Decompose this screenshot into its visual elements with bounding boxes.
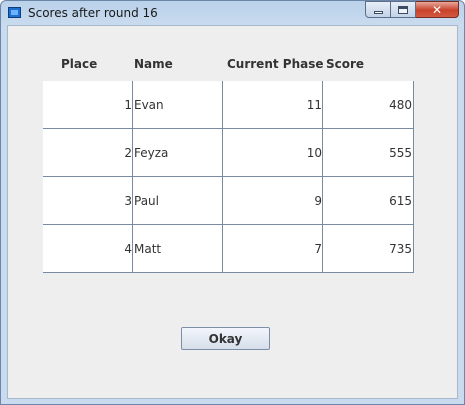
grid-divider [413, 81, 414, 273]
header-place: Place [61, 57, 98, 71]
score-cell[interactable]: 555 [323, 129, 413, 177]
table-row[interactable]: 2 Feyza 10 555 [43, 129, 414, 177]
phase-cell[interactable]: 11 [223, 81, 323, 129]
grid-divider [43, 176, 414, 177]
grid-divider [132, 81, 133, 273]
place-cell[interactable]: 4 [43, 225, 133, 273]
place-cell[interactable]: 2 [43, 129, 133, 177]
table-row[interactable]: 1 Evan 11 480 [43, 81, 414, 129]
name-cell[interactable]: Evan [133, 81, 223, 129]
minimize-icon [373, 11, 383, 14]
name-cell[interactable]: Feyza [133, 129, 223, 177]
header-score: Score [326, 57, 365, 71]
app-icon [8, 7, 21, 18]
name-cell[interactable]: Paul [133, 177, 223, 225]
scores-dialog-window: Scores after round 16 ✕ Place Name Curre… [0, 0, 465, 405]
grid-divider [43, 272, 414, 273]
dialog-content: Place Name Current Phase Score 1 Evan 11… [7, 25, 458, 399]
grid-divider [43, 128, 414, 129]
table-row[interactable]: 3 Paul 9 615 [43, 177, 414, 225]
score-cell[interactable]: 615 [323, 177, 413, 225]
minimize-button[interactable] [365, 1, 391, 18]
window-controls: ✕ [365, 1, 459, 20]
okay-button[interactable]: Okay [181, 327, 270, 350]
header-current-phase: Current Phase [227, 57, 324, 71]
grid-divider [222, 81, 223, 273]
place-cell[interactable]: 3 [43, 177, 133, 225]
phase-cell[interactable]: 7 [223, 225, 323, 273]
score-cell[interactable]: 735 [323, 225, 413, 273]
grid-divider [322, 81, 323, 273]
score-cell[interactable]: 480 [323, 81, 413, 129]
name-cell[interactable]: Matt [133, 225, 223, 273]
header-name: Name [134, 57, 173, 71]
scores-table: 1 Evan 11 480 2 Feyza 10 555 3 Paul 9 61… [43, 81, 414, 273]
table-row[interactable]: 4 Matt 7 735 [43, 225, 414, 273]
phase-cell[interactable]: 10 [223, 129, 323, 177]
title-bar[interactable]: Scores after round 16 ✕ [1, 1, 464, 25]
maximize-icon [398, 5, 408, 14]
maximize-button[interactable] [391, 1, 416, 18]
close-button[interactable]: ✕ [416, 1, 459, 18]
place-cell[interactable]: 1 [43, 81, 133, 129]
close-icon: ✕ [431, 2, 443, 17]
phase-cell[interactable]: 9 [223, 177, 323, 225]
grid-divider [43, 224, 414, 225]
window-title: Scores after round 16 [28, 6, 158, 20]
